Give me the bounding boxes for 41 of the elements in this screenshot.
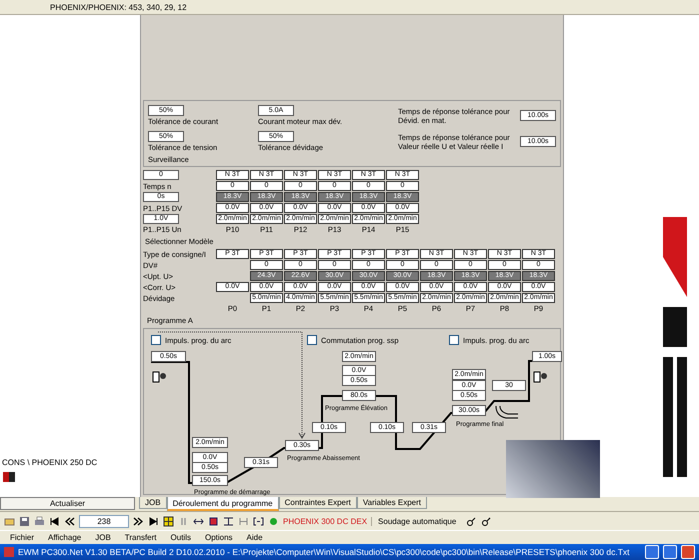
tab[interactable]: Variables Expert	[356, 497, 427, 509]
mode-label: Soudage automatique	[371, 516, 462, 526]
key-icon[interactable]	[481, 516, 492, 526]
tab[interactable]: Déroulement du programme	[166, 497, 279, 511]
device-name: PHOENIX 300 DC DEX	[283, 516, 368, 526]
pipe-icon	[496, 406, 518, 418]
next-icon[interactable]	[133, 516, 144, 526]
maximize-button[interactable]	[663, 545, 677, 559]
save-icon[interactable]	[19, 516, 30, 526]
tab[interactable]: Contraintes Expert	[278, 497, 357, 509]
status-dot-icon[interactable]	[268, 516, 279, 526]
window-title: EWM PC300.Net V1.30 BETA/PC Build 2 D10.02.2010 - E:\Projekte\Computer\Win\VisualStudio\CS\pc300\code\pc300\bin\Release\PRESETS\phoenix 300 dc.Txt	[18, 547, 631, 557]
menu-item[interactable]: Aide	[246, 533, 263, 542]
bracket-icon[interactable]	[253, 516, 264, 526]
device-label: CONS \ PHOENIX 250 DC	[2, 458, 98, 467]
menu-item[interactable]: Affichage	[48, 533, 82, 542]
close-button[interactable]	[681, 545, 695, 559]
print-icon[interactable]	[34, 516, 45, 526]
checkbox[interactable]	[151, 335, 161, 345]
machine-icon	[2, 471, 16, 485]
status-text: PHOENIX/PHOENIX: 453, 340, 29, 12	[50, 2, 187, 12]
checkbox[interactable]	[449, 335, 459, 345]
menu-item[interactable]: Fichier	[10, 533, 34, 542]
menu-item[interactable]: Transfert	[124, 533, 157, 542]
grid-icon[interactable]	[163, 516, 174, 526]
menu-item[interactable]: Options	[204, 533, 233, 542]
menu-item[interactable]: JOB	[95, 533, 111, 542]
torch-icon	[152, 372, 166, 382]
last-icon[interactable]	[148, 516, 159, 526]
folder-icon[interactable]	[4, 516, 15, 526]
tab[interactable]: JOB	[139, 497, 167, 509]
app-icon	[4, 547, 14, 557]
torch-icon	[534, 372, 547, 382]
menu-item[interactable]: Outils	[170, 533, 191, 542]
previous-icon[interactable]	[64, 516, 75, 526]
checkbox[interactable]	[307, 335, 317, 345]
first-icon[interactable]	[49, 516, 60, 526]
program-number-field[interactable]: 238	[79, 514, 129, 528]
minimize-button[interactable]	[645, 545, 659, 559]
refresh-button[interactable]: Actualiser	[0, 497, 135, 510]
key-icon[interactable]	[466, 516, 478, 526]
